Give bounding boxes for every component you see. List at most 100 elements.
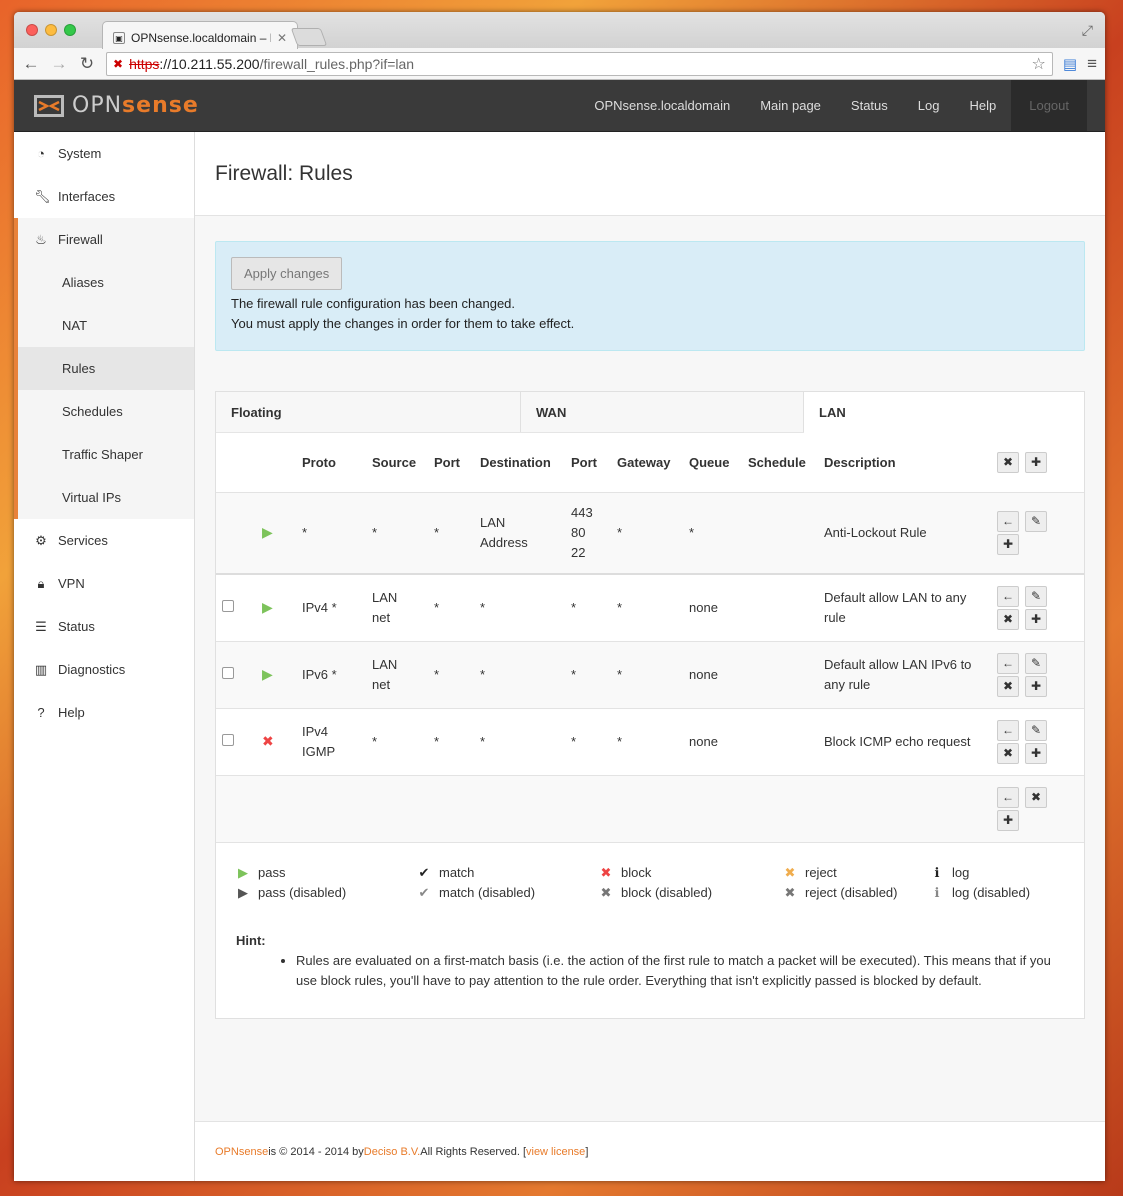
nav-status[interactable]: Status [836,80,903,131]
sidebar-subitem-traffic-shaper[interactable]: Traffic Shaper [14,433,194,476]
cell-queue: none [683,574,742,642]
new-tab-button[interactable] [290,28,328,46]
column-header-dport: Port [565,433,611,493]
move-rule-button[interactable]: ← [997,585,1019,607]
logo-mark-icon [34,94,64,117]
close-window-button[interactable] [26,24,38,36]
legend-pass-disabled: ▶ pass (disabled) [236,883,417,903]
nav-log[interactable]: Log [903,80,955,131]
sidebar-subitem-virtual-ips[interactable]: Virtual IPs [14,476,194,519]
footer-brand-link[interactable]: OPNsense [215,1146,268,1158]
row-actions: ← ✎ ✖ ✚ [997,652,1051,697]
browser-tab[interactable]: ▣ OPNsense.localdomain – F ✕ [102,21,298,49]
url-host: ://10.211.55.200 [159,55,260,72]
cell-queue: none [683,641,742,709]
sidebar-item-diagnostics[interactable]: ▥ Diagnostics [14,648,194,691]
edit-rule-button[interactable]: ✎ [1025,510,1047,532]
pass-icon[interactable]: ▶ [262,666,273,682]
tab-lan[interactable]: LAN [804,392,1084,433]
delete-selected-button[interactable]: ✖ [997,451,1019,473]
column-header-proto: Proto [296,433,366,493]
cell-description: Default allow LAN IPv6 to any rule [818,641,991,709]
table-row-anti-lockout: ▶ * * * LAN Address 443 80 22 * * Anti-Lock… [216,492,1084,575]
browser-menu-icon[interactable]: ≡ [1087,54,1097,74]
footer-license-link[interactable]: view license [526,1146,585,1158]
footer-company-link[interactable]: Deciso B.V. [364,1146,420,1158]
top-navigation: OPNsense.localdomain Main page Status Lo… [579,80,1087,131]
tab-floating[interactable]: Floating [216,392,521,432]
edit-rule-button[interactable]: ✎ [1025,652,1047,674]
tab-wan[interactable]: WAN [521,392,804,432]
add-rule-based-button[interactable]: ✚ [1025,742,1047,764]
browser-window: ▣ OPNsense.localdomain – F ✕ ⤢ ← → ↻ ✖ h… [14,12,1105,1181]
cell-description: Default allow LAN to any rule [818,574,991,642]
move-rule-button[interactable]: ← [997,510,1019,532]
sidebar-item-interfaces[interactable]: 🔧︎ Interfaces [14,175,194,218]
rule-select-checkbox[interactable] [222,733,234,746]
add-rule-based-button[interactable]: ✚ [1025,608,1047,630]
alert-message-2: You must apply the changes in order for … [231,316,575,331]
column-header-source: Source [366,433,428,493]
add-rule-button[interactable]: ✚ [1025,451,1047,473]
sidebar-item-status[interactable]: ☰ Status [14,605,194,648]
nav-main-page[interactable]: Main page [745,80,836,131]
apply-changes-button[interactable]: Apply changes [231,257,343,290]
nav-logout[interactable]: Logout [1011,80,1087,131]
sidebar-subitem-aliases[interactable]: Aliases [14,261,194,304]
sidebar-item-help[interactable]: ? Help [14,691,194,734]
sidebar-item-label: Services [58,533,108,548]
add-rule-based-button[interactable]: ✚ [1025,675,1047,697]
block-icon[interactable]: ✖ [262,733,274,749]
app-header: OPNsense OPNsense.localdomain Main page … [14,80,1105,132]
delete-selected-button[interactable]: ✖ [1025,786,1047,808]
forward-icon[interactable]: → [50,54,68,74]
tab-close-icon[interactable]: ✕ [277,31,287,45]
minimize-window-button[interactable] [45,24,57,36]
sidebar-item-vpn[interactable]: 🔒︎ VPN [14,562,194,605]
cell-destination: LAN Address [474,492,565,575]
sidebar-item-system[interactable]: ◔ System [14,132,194,175]
bookmark-star-icon[interactable]: ☆ [1032,54,1046,74]
rule-select-checkbox[interactable] [222,666,234,679]
cell-proto: IPv4 * [296,574,366,642]
pass-icon[interactable]: ▶ [262,524,273,540]
sidebar-item-services[interactable]: ⚙ Services [14,519,194,562]
pass-icon[interactable]: ▶ [262,599,273,615]
reload-icon[interactable]: ↻ [78,54,96,74]
delete-rule-button[interactable]: ✖ [997,742,1019,764]
page-footer: OPNsense is © 2014 - 2014 by Deciso B.V.… [195,1121,1105,1181]
question-icon: ? [37,705,45,720]
fullscreen-icon[interactable]: ⤢ [1082,22,1093,39]
back-icon[interactable]: ← [22,54,40,74]
wrench-icon: 🔧︎ [34,188,51,204]
edit-rule-button[interactable]: ✎ [1025,585,1047,607]
address-bar[interactable]: ✖ https://10.211.55.200/firewall_rules.p… [106,51,1053,76]
sidebar-subitem-schedules[interactable]: Schedules [14,390,194,433]
sidebar-item-firewall[interactable]: ♨ Firewall [14,218,194,261]
sidebar-subitem-rules[interactable]: Rules [14,347,194,390]
sidebar-item-label: VPN [58,576,85,591]
cell-description: Block ICMP echo request [818,708,991,776]
edit-rule-button[interactable]: ✎ [1025,719,1047,741]
sidebar-subitem-nat[interactable]: NAT [14,304,194,347]
nav-hostname[interactable]: OPNsense.localdomain [579,80,745,131]
nav-help[interactable]: Help [954,80,1011,131]
move-rule-button[interactable]: ← [997,652,1019,674]
delete-rule-button[interactable]: ✖ [997,675,1019,697]
zoom-window-button[interactable] [64,24,76,36]
add-rule-button[interactable]: ✚ [997,809,1019,831]
cell-destination: * [474,574,565,642]
add-rule-based-button[interactable]: ✚ [997,533,1019,555]
rule-select-checkbox[interactable] [222,599,234,612]
row-actions: ← ✎ ✖ ✚ [997,585,1051,630]
legend-reject-disabled: ✖ reject (disabled) [783,883,930,903]
delete-rule-button[interactable]: ✖ [997,608,1019,630]
opnsense-logo[interactable]: OPNsense [32,91,199,121]
legend-log: ℹ log [930,863,1050,883]
move-to-end-button[interactable]: ← [997,786,1019,808]
url-scheme: https [129,55,160,72]
table-row: ▶ IPv4 * LAN net * * * * none Default all… [216,574,1084,642]
extension-icon[interactable]: ▤ [1063,55,1077,73]
move-rule-button[interactable]: ← [997,719,1019,741]
sidebar-item-label: Help [58,705,85,720]
